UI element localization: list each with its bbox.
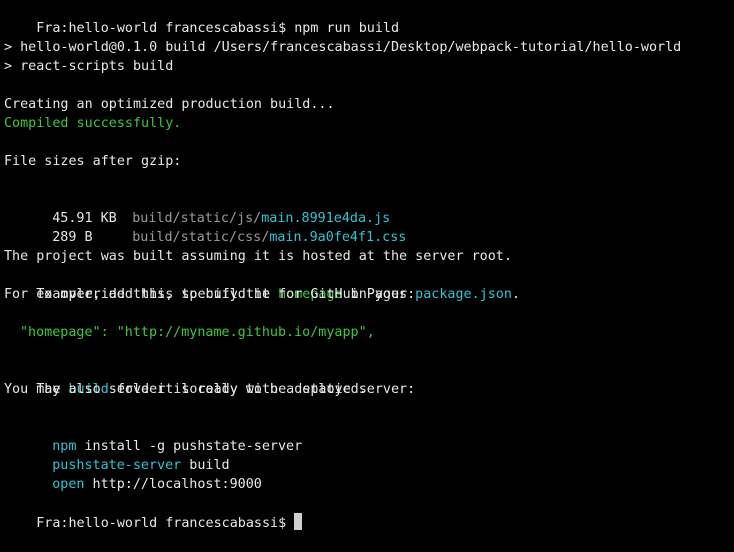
homepage-example: "homepage": "http://myname.github.io/mya… — [20, 325, 375, 340]
hosted-line-1: The project was built assuming it is hos… — [4, 249, 512, 264]
serve-command-row: pushstate-server build — [4, 437, 229, 473]
hosted-line-2: To override this, specify the homepage i… — [4, 266, 520, 302]
shell-prompt: Fra:hello-world francescabassi$ — [36, 21, 287, 36]
terminal-window[interactable]: Fra:hello-world francescabassi$ npm run … — [0, 0, 734, 531]
creating-build-line: Creating an optimized production build..… — [4, 97, 335, 112]
serve-command-row: open http://localhost:9000 — [4, 456, 262, 492]
text-cursor[interactable] — [294, 513, 303, 530]
shell-prompt: Fra:hello-world francescabassi$ — [36, 516, 287, 531]
hosted-line-3: For example, add this to build it for Gi… — [4, 287, 416, 302]
command-line: Fra:hello-world francescabassi$ npm run … — [4, 0, 399, 36]
serve-command-row: npm install -g pushstate-server — [4, 418, 302, 454]
file-sizes-title: File sizes after gzip: — [4, 154, 182, 169]
final-prompt-line[interactable]: Fra:hello-world francescabassi$ — [4, 494, 303, 531]
file-size-row: 45.91 KB build/static/js/main.8991e4da.js — [4, 190, 390, 226]
file-dir: build/static/css/ — [132, 230, 270, 245]
npm-header-line: > hello-world@0.1.0 build /Users/frances… — [4, 40, 682, 55]
file-size: 289 B — [52, 230, 93, 245]
deploy-line-1: The build folder is ready to be deployed… — [4, 361, 367, 397]
npm-script-line: > react-scripts build — [4, 59, 174, 74]
serve-args: http://localhost:9000 — [84, 477, 262, 492]
typed-command: npm run build — [294, 21, 400, 36]
deploy-line-2: You may also serve it locally with a sta… — [4, 382, 416, 397]
package-json-keyword: package.json — [415, 287, 512, 302]
file-name: main.9a0fe4f1.css — [269, 230, 407, 245]
compiled-success-line: Compiled successfully. — [4, 116, 182, 131]
serve-command: open — [52, 477, 85, 492]
file-size-row: 289 B build/static/css/main.9a0fe4f1.css — [4, 209, 406, 245]
hosted-text: . — [511, 287, 520, 302]
